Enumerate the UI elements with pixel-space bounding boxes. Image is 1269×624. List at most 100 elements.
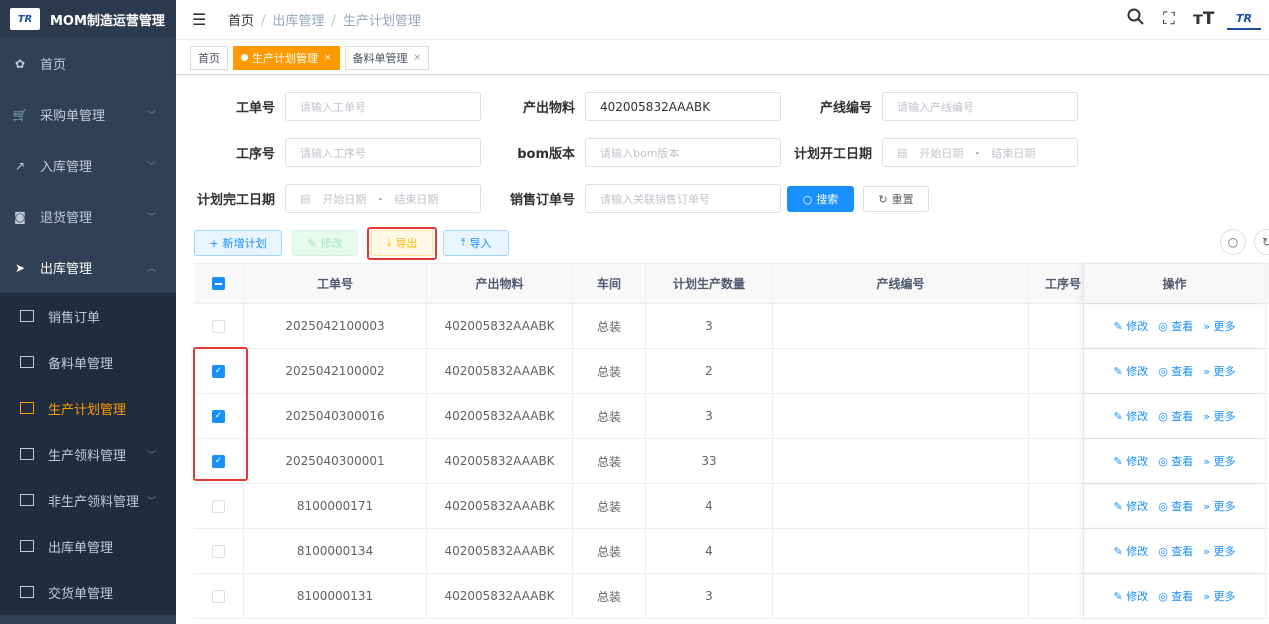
row-view-link[interactable]: ◎ 查看	[1158, 318, 1193, 334]
sidebar-subitem-5[interactable]: 出库单管理	[0, 523, 176, 569]
end-date[interactable]: 结束日期	[394, 191, 438, 207]
cart-icon: 🛒	[12, 107, 28, 122]
process-no-input[interactable]: 请输入工序号	[285, 138, 481, 167]
close-icon[interactable]: ×	[414, 53, 422, 63]
search-icon[interactable]	[1125, 8, 1145, 30]
line-no-input[interactable]: 请输入产线编号	[882, 92, 1078, 121]
row-view-link[interactable]: ◎ 查看	[1158, 363, 1193, 379]
sidebar-subitem-1[interactable]: 备料单管理	[0, 339, 176, 385]
row-view-link[interactable]: ◎ 查看	[1158, 543, 1193, 559]
row-checkbox[interactable]	[212, 589, 225, 603]
table-row[interactable]: 8100000131 402005832AAABK 总装 3 ✎ 修改 ◎ 查看 » 更多	[194, 574, 1269, 619]
row-edit-link[interactable]: ✎ 修改	[1113, 363, 1148, 379]
tags-view: 首页 生产计划管理 × 备料单管理 ×	[176, 41, 1269, 75]
row-edit-link[interactable]: ✎ 修改	[1113, 453, 1148, 469]
row-checkbox[interactable]	[212, 499, 225, 513]
end-date[interactable]: 结束日期	[991, 145, 1035, 161]
plan-start-label: 计划开工日期	[793, 147, 872, 162]
row-view-link[interactable]: ◎ 查看	[1158, 498, 1193, 514]
plan-start-range[interactable]: ▤ 开始日期 - 结束日期	[882, 138, 1078, 167]
output-material-input[interactable]: 402005832AAABK	[585, 92, 781, 121]
plan-end-range[interactable]: ▤ 开始日期 - 结束日期	[285, 184, 481, 213]
sidebar-subitem-2[interactable]: 生产计划管理	[0, 385, 176, 431]
reset-button[interactable]: ↻ 重置	[863, 186, 929, 212]
edit-label: 修改	[1126, 410, 1149, 423]
import-button[interactable]: ⤒ 导入	[443, 230, 509, 256]
font-size-icon[interactable]: ᴛT	[1193, 9, 1214, 29]
qty-cell: 3	[646, 394, 773, 438]
search-button[interactable]: ○ 搜索	[787, 186, 854, 212]
edit-label: 修改	[1126, 320, 1149, 333]
app-title: MOM制造运营管理	[50, 13, 165, 29]
row-edit-link[interactable]: ✎ 修改	[1113, 318, 1148, 334]
select-all-checkbox[interactable]	[212, 277, 225, 290]
row-edit-link[interactable]: ✎ 修改	[1113, 588, 1148, 604]
refresh-table-icon[interactable]: ↻	[1254, 229, 1269, 255]
row-view-link[interactable]: ◎ 查看	[1158, 453, 1193, 469]
app-logo[interactable]: TR MOM制造运营管理	[0, 0, 176, 38]
sidebar-item-0[interactable]: ✿ 首页	[0, 38, 176, 89]
row-more-link[interactable]: » 更多	[1203, 453, 1235, 469]
row-more-link[interactable]: » 更多	[1203, 363, 1235, 379]
sales-order-input[interactable]: 请输入关联销售订单号	[585, 184, 781, 213]
sidebar-item-2[interactable]: ↗ 入库管理 ﹀	[0, 140, 176, 191]
start-date[interactable]: 开始日期	[919, 145, 963, 161]
row-more-link[interactable]: » 更多	[1203, 318, 1235, 334]
sidebar-item-1[interactable]: 🛒 采购单管理 ﹀	[0, 89, 176, 140]
line-no-cell	[773, 439, 1029, 483]
row-more-link[interactable]: » 更多	[1203, 543, 1235, 559]
row-edit-link[interactable]: ✎ 修改	[1113, 543, 1148, 559]
brand-logo-icon: TR	[10, 8, 40, 30]
sidebar-item-label: 采购单管理	[40, 109, 106, 124]
bom-version-input[interactable]: 请输入bom版本	[585, 138, 781, 167]
material-cell: 402005832AAABK	[427, 304, 573, 348]
chevron-icon: ﹀	[146, 213, 156, 223]
sidebar-item-label: 退货管理	[40, 211, 93, 226]
row-more-link[interactable]: » 更多	[1203, 588, 1235, 604]
order-no-input[interactable]: 请输入工单号	[285, 92, 481, 121]
sidebar-subitem-0[interactable]: 销售订单	[0, 293, 176, 339]
start-date[interactable]: 开始日期	[322, 191, 366, 207]
order-no-label: 工单号	[235, 101, 275, 116]
add-plan-button[interactable]: + 新增计划	[194, 230, 282, 256]
sidebar-item-3[interactable]: ◙ 退货管理 ﹀	[0, 191, 176, 242]
row-view-link[interactable]: ◎ 查看	[1158, 588, 1193, 604]
send-icon: ➤	[14, 260, 26, 275]
menu-icon	[20, 402, 34, 414]
sidebar-subitem-4[interactable]: 非生产领料管理 ﹀	[0, 477, 176, 523]
tab-material-prep[interactable]: 备料单管理 ×	[344, 45, 430, 70]
table-row[interactable]: ✓ 2025040300016 402005832AAABK 总装 3 ✎ 修改 ◎ 查看»…	[194, 394, 1269, 439]
edit-button[interactable]: ✎ 修改	[292, 230, 358, 256]
dashboard-icon: ✿	[14, 56, 26, 71]
filter-row-1: 工单号 请输入工单号 产出物料 402005832AAABK 产线编号 请输入产…	[194, 92, 1078, 121]
tab-label: 生产计划管理	[252, 51, 318, 65]
fullscreen-icon[interactable]: ⛶	[1159, 9, 1179, 29]
close-icon[interactable]: ×	[324, 53, 332, 63]
row-checkbox[interactable]	[212, 319, 225, 333]
actions-cell: ✎ 修改 ◎ 查看 » 更多	[1084, 529, 1266, 573]
table-row[interactable]: ✓ 2025040300001 402005832AAABK 总装 33 ✎ 修改 ◎ 查看…	[194, 439, 1269, 484]
row-more-link[interactable]: » 更多	[1203, 498, 1235, 514]
breadcrumb-home[interactable]: 首页	[228, 14, 254, 29]
table-row[interactable]: 8100000171 402005832AAABK 总装 4 ✎ 修改 ◎ 查看 » 更多	[194, 484, 1269, 529]
toggle-search-icon[interactable]: ○	[1220, 229, 1246, 255]
tab-production-plan[interactable]: 生产计划管理 ×	[233, 45, 340, 70]
user-avatar[interactable]: TR	[1227, 8, 1261, 30]
sidebar-subitem-6[interactable]: 交货单管理	[0, 569, 176, 615]
row-edit-link[interactable]: ✎ 修改	[1113, 408, 1148, 424]
row-edit-link[interactable]: ✎ 修改	[1113, 498, 1148, 514]
table-row[interactable]: 2025042100003 402005832AAABK 总装 3 ✎ 修改 ◎ 查看 » …	[194, 304, 1269, 349]
sidebar-subitem-3[interactable]: 生产领料管理 ﹀	[0, 431, 176, 477]
sidebar-item-4[interactable]: ➤ 出库管理 ︿	[0, 242, 176, 293]
material-cell: 402005832AAABK	[427, 439, 573, 483]
hamburger-icon[interactable]: ☰	[192, 10, 212, 29]
row-checkbox[interactable]	[212, 544, 225, 558]
table-row[interactable]: 8100000134 402005832AAABK 总装 4 ✎ 修改 ◎ 查看 » 更多	[194, 529, 1269, 574]
row-more-link[interactable]: » 更多	[1203, 408, 1235, 424]
tab-home[interactable]: 首页	[190, 45, 228, 70]
col-process-no: 工序号	[1029, 264, 1084, 303]
sidebar-item-label: 首页	[40, 58, 67, 73]
row-view-link[interactable]: ◎ 查看	[1158, 408, 1193, 424]
breadcrumb-outbound: 出库管理	[272, 14, 325, 29]
table-row[interactable]: ✓ 2025042100002 402005832AAABK 总装 2 ✎ 修改 ◎ 查看»…	[194, 349, 1269, 394]
